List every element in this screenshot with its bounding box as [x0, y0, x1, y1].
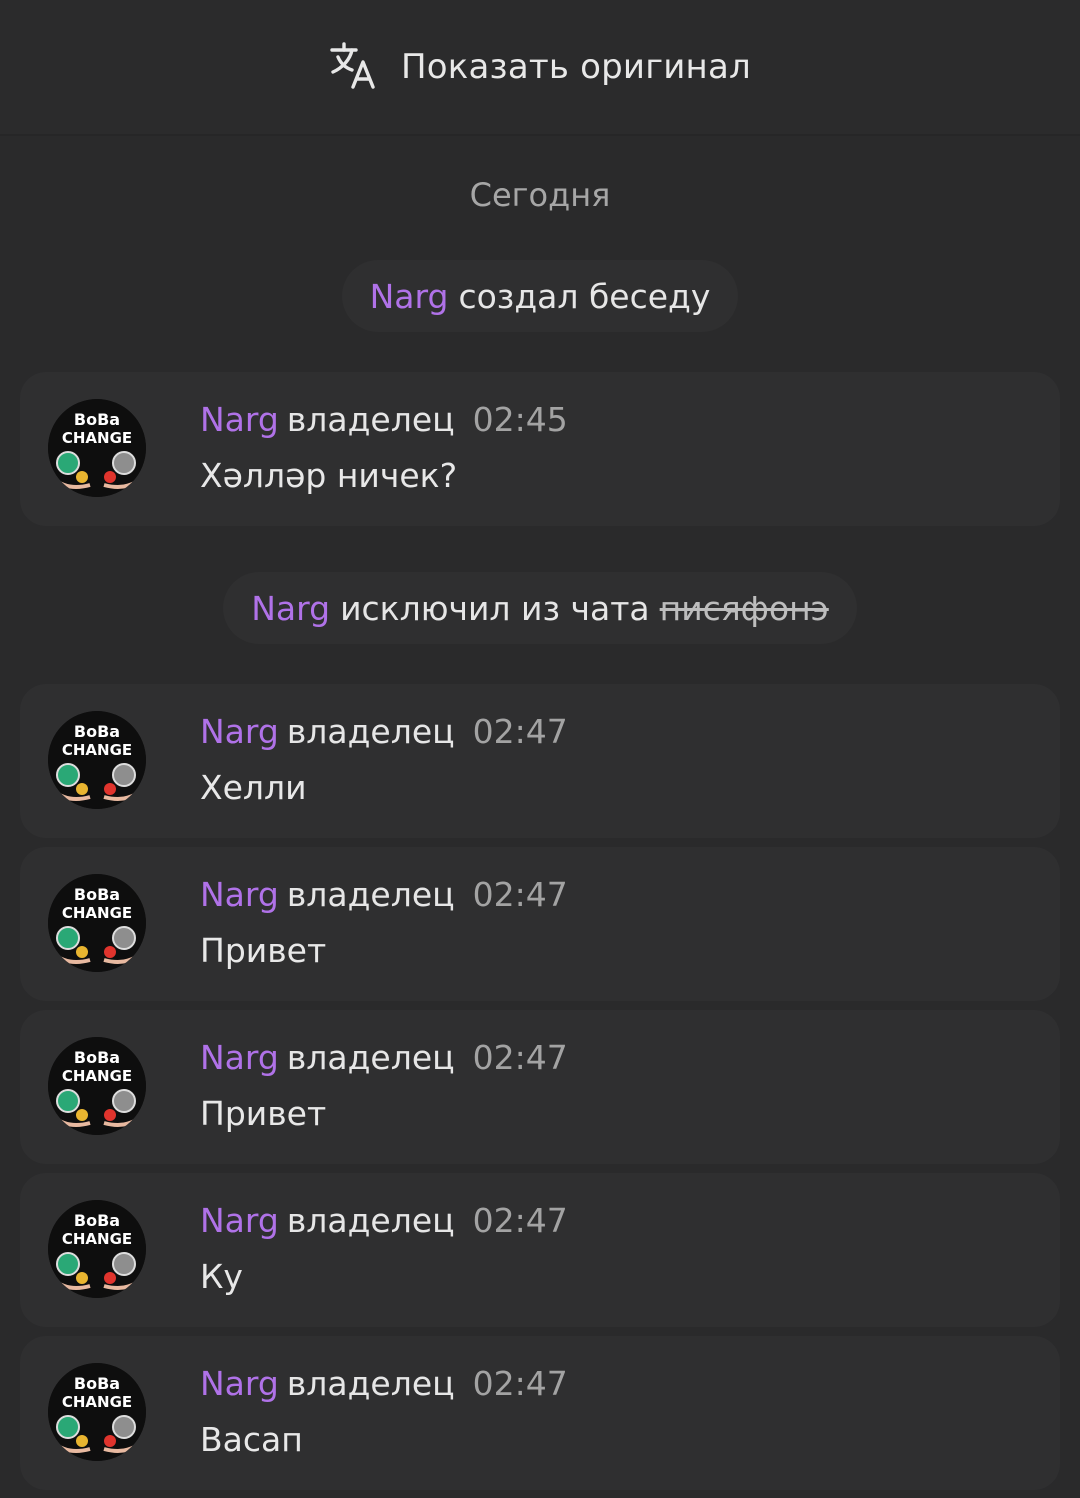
avatar-text-line2: CHANGE — [62, 1230, 132, 1248]
avatar[interactable]: BoBa CHANGE — [48, 1200, 146, 1298]
message-time: 02:47 — [472, 1364, 568, 1403]
author-name[interactable]: Narg — [200, 1038, 279, 1077]
avatar[interactable]: BoBa CHANGE — [48, 711, 146, 809]
message-text: Васап — [200, 1420, 303, 1459]
message-time: 02:47 — [472, 712, 568, 751]
avatar-text-line1: BoBa — [74, 1374, 120, 1393]
message-item[interactable]: BoBa CHANGE Narg владелец 02:47 Васап — [20, 1336, 1060, 1490]
author-name[interactable]: Narg — [200, 875, 279, 914]
author-name[interactable]: Narg — [200, 1364, 279, 1403]
avatar-text-line2: CHANGE — [62, 429, 132, 447]
author-name[interactable]: Narg — [200, 1201, 279, 1240]
show-original-button[interactable]: Показать оригинал — [329, 40, 751, 94]
message-header: Narg владелец 02:45 — [200, 400, 568, 439]
author-role: владелец — [286, 712, 455, 751]
translate-icon — [329, 40, 379, 94]
date-separator: Сегодня — [469, 176, 611, 214]
message-time: 02:47 — [472, 1038, 568, 1077]
service-message-kicked: Narg исключил из чата писяфонэ — [0, 572, 1080, 644]
translation-bar: Показать оригинал — [0, 0, 1080, 136]
avatar-text-line1: BoBa — [74, 410, 120, 429]
message-item[interactable]: BoBa CHANGE Narg владелец 02:47 Привет — [20, 1010, 1060, 1164]
removed-user-name[interactable]: писяфонэ — [660, 589, 829, 628]
author-role: владелец — [286, 1201, 455, 1240]
message-item[interactable]: BoBa CHANGE Narg владелец 02:45 Хәлләр нич… — [20, 372, 1060, 526]
chat-history[interactable]: Сегодня Narg создал беседу BoBa CHANGE N… — [0, 136, 1080, 1498]
avatar-text-line1: BoBa — [74, 722, 120, 741]
service-action: исключил из чата — [340, 588, 650, 628]
message-text: Хелли — [200, 768, 307, 807]
avatar-text-line1: BoBa — [74, 885, 120, 904]
avatar-text-line2: CHANGE — [62, 741, 132, 759]
avatar-text-line2: CHANGE — [62, 1393, 132, 1411]
avatar-text-line2: CHANGE — [62, 904, 132, 922]
avatar-text-line2: CHANGE — [62, 1067, 132, 1085]
message-item[interactable]: BoBa CHANGE Narg владелец 02:47 Привет — [20, 847, 1060, 1001]
message-text: Привет — [200, 1094, 327, 1133]
message-time: 02:47 — [472, 875, 568, 914]
show-original-label: Показать оригинал — [401, 47, 751, 87]
service-nick[interactable]: Narg — [251, 589, 330, 628]
author-name[interactable]: Narg — [200, 400, 279, 439]
author-role: владелец — [286, 400, 455, 439]
message-item[interactable]: BoBa CHANGE Narg владелец 02:47 Хелли — [20, 684, 1060, 838]
author-name[interactable]: Narg — [200, 712, 279, 751]
message-header: Narg владелец 02:47 — [200, 1201, 568, 1240]
message-time: 02:47 — [472, 1201, 568, 1240]
message-text: Хәлләр ничек? — [200, 456, 458, 495]
author-role: владелец — [286, 1364, 455, 1403]
avatar-text-line1: BoBa — [74, 1211, 120, 1230]
service-action: создал беседу — [458, 276, 711, 316]
message-header: Narg владелец 02:47 — [200, 1364, 568, 1403]
message-time: 02:45 — [472, 400, 568, 439]
message-text: Ку — [200, 1257, 243, 1296]
message-text: Привет — [200, 931, 327, 970]
avatar[interactable]: BoBa CHANGE — [48, 874, 146, 972]
avatar[interactable]: BoBa CHANGE — [48, 1037, 146, 1135]
author-role: владелец — [286, 1038, 455, 1077]
avatar[interactable]: BoBa CHANGE — [48, 1363, 146, 1461]
message-header: Narg владелец 02:47 — [200, 712, 568, 751]
service-nick[interactable]: Narg — [370, 277, 449, 316]
message-header: Narg владелец 02:47 — [200, 875, 568, 914]
message-item[interactable]: BoBa CHANGE Narg владелец 02:47 Ку — [20, 1173, 1060, 1327]
service-message-created: Narg создал беседу — [0, 260, 1080, 332]
message-header: Narg владелец 02:47 — [200, 1038, 568, 1077]
author-role: владелец — [286, 875, 455, 914]
avatar[interactable]: BoBa CHANGE — [48, 399, 146, 497]
avatar-text-line1: BoBa — [74, 1048, 120, 1067]
